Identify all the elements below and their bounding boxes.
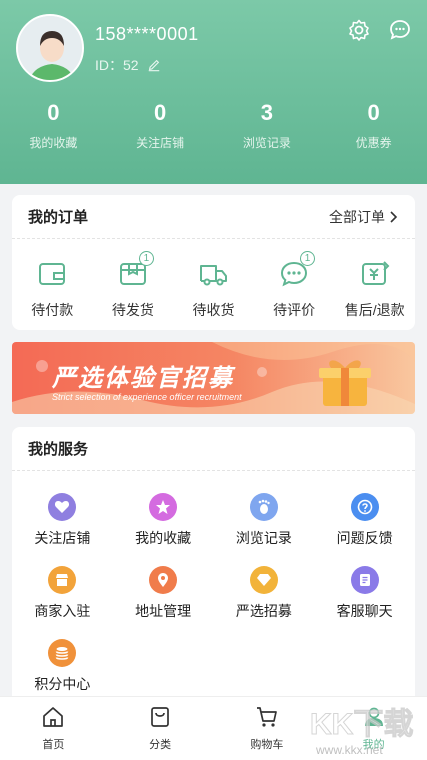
recruitment-banner[interactable]: 严选体验官招募 Strict selection of experience o… xyxy=(12,342,415,414)
footprint-icon xyxy=(249,493,278,521)
bag-icon xyxy=(151,707,169,727)
stat-value: 3 xyxy=(260,100,273,125)
question-icon xyxy=(350,493,379,521)
stat-followed-shops[interactable]: 0 关注店铺 xyxy=(107,100,214,151)
services-grid: 关注店铺 我的收藏 浏览记录 问题反馈 商家入驻 地址管理 严选招募 客服聊天 xyxy=(12,471,415,712)
service-address[interactable]: 地址管理 xyxy=(113,566,214,639)
order-label: 待付款 xyxy=(31,302,74,318)
order-pending-receipt[interactable]: 待收货 xyxy=(173,259,254,320)
banner-title: 严选体验官招募 xyxy=(52,365,234,392)
coins-icon xyxy=(48,639,77,667)
order-pending-review[interactable]: 1 待评价 xyxy=(254,251,335,320)
stat-value: 0 xyxy=(47,100,60,125)
tab-label: 购物车 xyxy=(250,739,284,751)
service-label: 我的收藏 xyxy=(135,530,192,546)
profile-header: 158****0001 ID：52 0 我的收藏 0 关注店铺 3 浏览记录 0 优惠券 xyxy=(0,0,427,184)
heart-icon xyxy=(48,493,77,521)
service-merchant-join[interactable]: 商家入驻 xyxy=(12,566,113,639)
stat-label: 优惠券 xyxy=(355,136,392,150)
service-label: 积分中心 xyxy=(34,676,91,692)
stat-favorites[interactable]: 0 我的收藏 xyxy=(0,100,107,151)
orders-card: 我的订单 全部订单 待付款 1 待发货 待收货 1 待评价 售后/退款 xyxy=(12,195,415,330)
orders-title: 我的订单 xyxy=(28,209,89,226)
service-label: 问题反馈 xyxy=(336,530,393,546)
order-label: 待评价 xyxy=(273,302,316,318)
service-label: 商家入驻 xyxy=(34,603,91,619)
order-pending-shipment[interactable]: 1 待发货 xyxy=(93,251,174,320)
tab-label: 首页 xyxy=(42,739,65,751)
tab-label: 分类 xyxy=(149,739,172,751)
count-badge: 1 xyxy=(138,251,154,266)
stat-label: 浏览记录 xyxy=(242,136,291,150)
cart-icon xyxy=(256,707,277,727)
truck-icon xyxy=(200,265,228,286)
order-pending-payment[interactable]: 待付款 xyxy=(12,259,93,320)
order-status-row: 待付款 1 待发货 待收货 1 待评价 售后/退款 xyxy=(12,239,415,320)
site-watermark: KK下载 www.kkx.net xyxy=(310,708,414,758)
services-header: 我的服务 xyxy=(12,427,415,471)
count-badge: 1 xyxy=(300,251,316,266)
star-icon xyxy=(149,493,178,521)
orders-header: 我的订单 全部订单 xyxy=(12,195,415,239)
order-label: 待发货 xyxy=(111,302,154,318)
chat-icon xyxy=(350,566,379,594)
message-icon[interactable] xyxy=(388,18,412,42)
stat-value: 0 xyxy=(367,100,380,125)
order-label: 售后/退款 xyxy=(344,302,405,318)
user-id: ID：52 xyxy=(95,55,161,75)
tab-home[interactable]: 首页 xyxy=(0,697,107,760)
avatar[interactable] xyxy=(16,14,84,82)
gift-box-icon xyxy=(319,360,371,406)
stat-coupons[interactable]: 0 优惠券 xyxy=(320,100,427,151)
svg-text:KK下载: KK下载 xyxy=(310,708,413,741)
service-customer-chat[interactable]: 客服聊天 xyxy=(314,566,415,639)
stat-label: 关注店铺 xyxy=(136,136,185,150)
user-id-label: ID：52 xyxy=(95,57,139,73)
user-phone: 158****0001 xyxy=(95,24,199,44)
all-orders-link[interactable]: 全部订单 xyxy=(329,207,399,227)
location-icon xyxy=(149,566,178,594)
diamond-icon xyxy=(249,566,278,594)
stat-label: 我的收藏 xyxy=(29,136,78,150)
order-label: 待收货 xyxy=(192,302,235,318)
service-favorites[interactable]: 我的收藏 xyxy=(113,493,214,566)
order-after-sales[interactable]: 售后/退款 xyxy=(334,259,415,320)
stat-value: 0 xyxy=(154,100,167,125)
service-label: 地址管理 xyxy=(135,603,192,619)
services-card: 我的服务 关注店铺 我的收藏 浏览记录 问题反馈 商家入驻 地址管理 严选招募 … xyxy=(12,427,415,727)
service-label: 关注店铺 xyxy=(34,530,91,546)
stat-history[interactable]: 3 浏览记录 xyxy=(214,100,321,151)
home-icon xyxy=(43,707,64,727)
all-orders-label: 全部订单 xyxy=(329,208,385,225)
service-recruitment[interactable]: 严选招募 xyxy=(214,566,315,639)
service-followed-shops[interactable]: 关注店铺 xyxy=(12,493,113,566)
stats-row: 0 我的收藏 0 关注店铺 3 浏览记录 0 优惠券 xyxy=(0,100,427,151)
service-label: 严选招募 xyxy=(235,603,292,619)
edit-icon[interactable] xyxy=(147,58,161,72)
tab-cart[interactable]: 购物车 xyxy=(214,697,321,760)
wallet-icon xyxy=(39,263,66,285)
tab-category[interactable]: 分类 xyxy=(107,697,214,760)
gear-icon[interactable] xyxy=(347,18,371,42)
service-feedback[interactable]: 问题反馈 xyxy=(314,493,415,566)
service-label: 浏览记录 xyxy=(235,530,292,546)
chevron-right-icon xyxy=(390,210,398,223)
banner-subtitle: Strict selection of experience officer r… xyxy=(52,392,242,402)
shop-icon xyxy=(48,566,77,594)
service-label: 客服聊天 xyxy=(336,603,393,619)
service-history[interactable]: 浏览记录 xyxy=(214,493,315,566)
svg-text:www.kkx.net: www.kkx.net xyxy=(315,743,383,757)
services-title: 我的服务 xyxy=(28,441,89,458)
refund-icon xyxy=(361,261,390,285)
